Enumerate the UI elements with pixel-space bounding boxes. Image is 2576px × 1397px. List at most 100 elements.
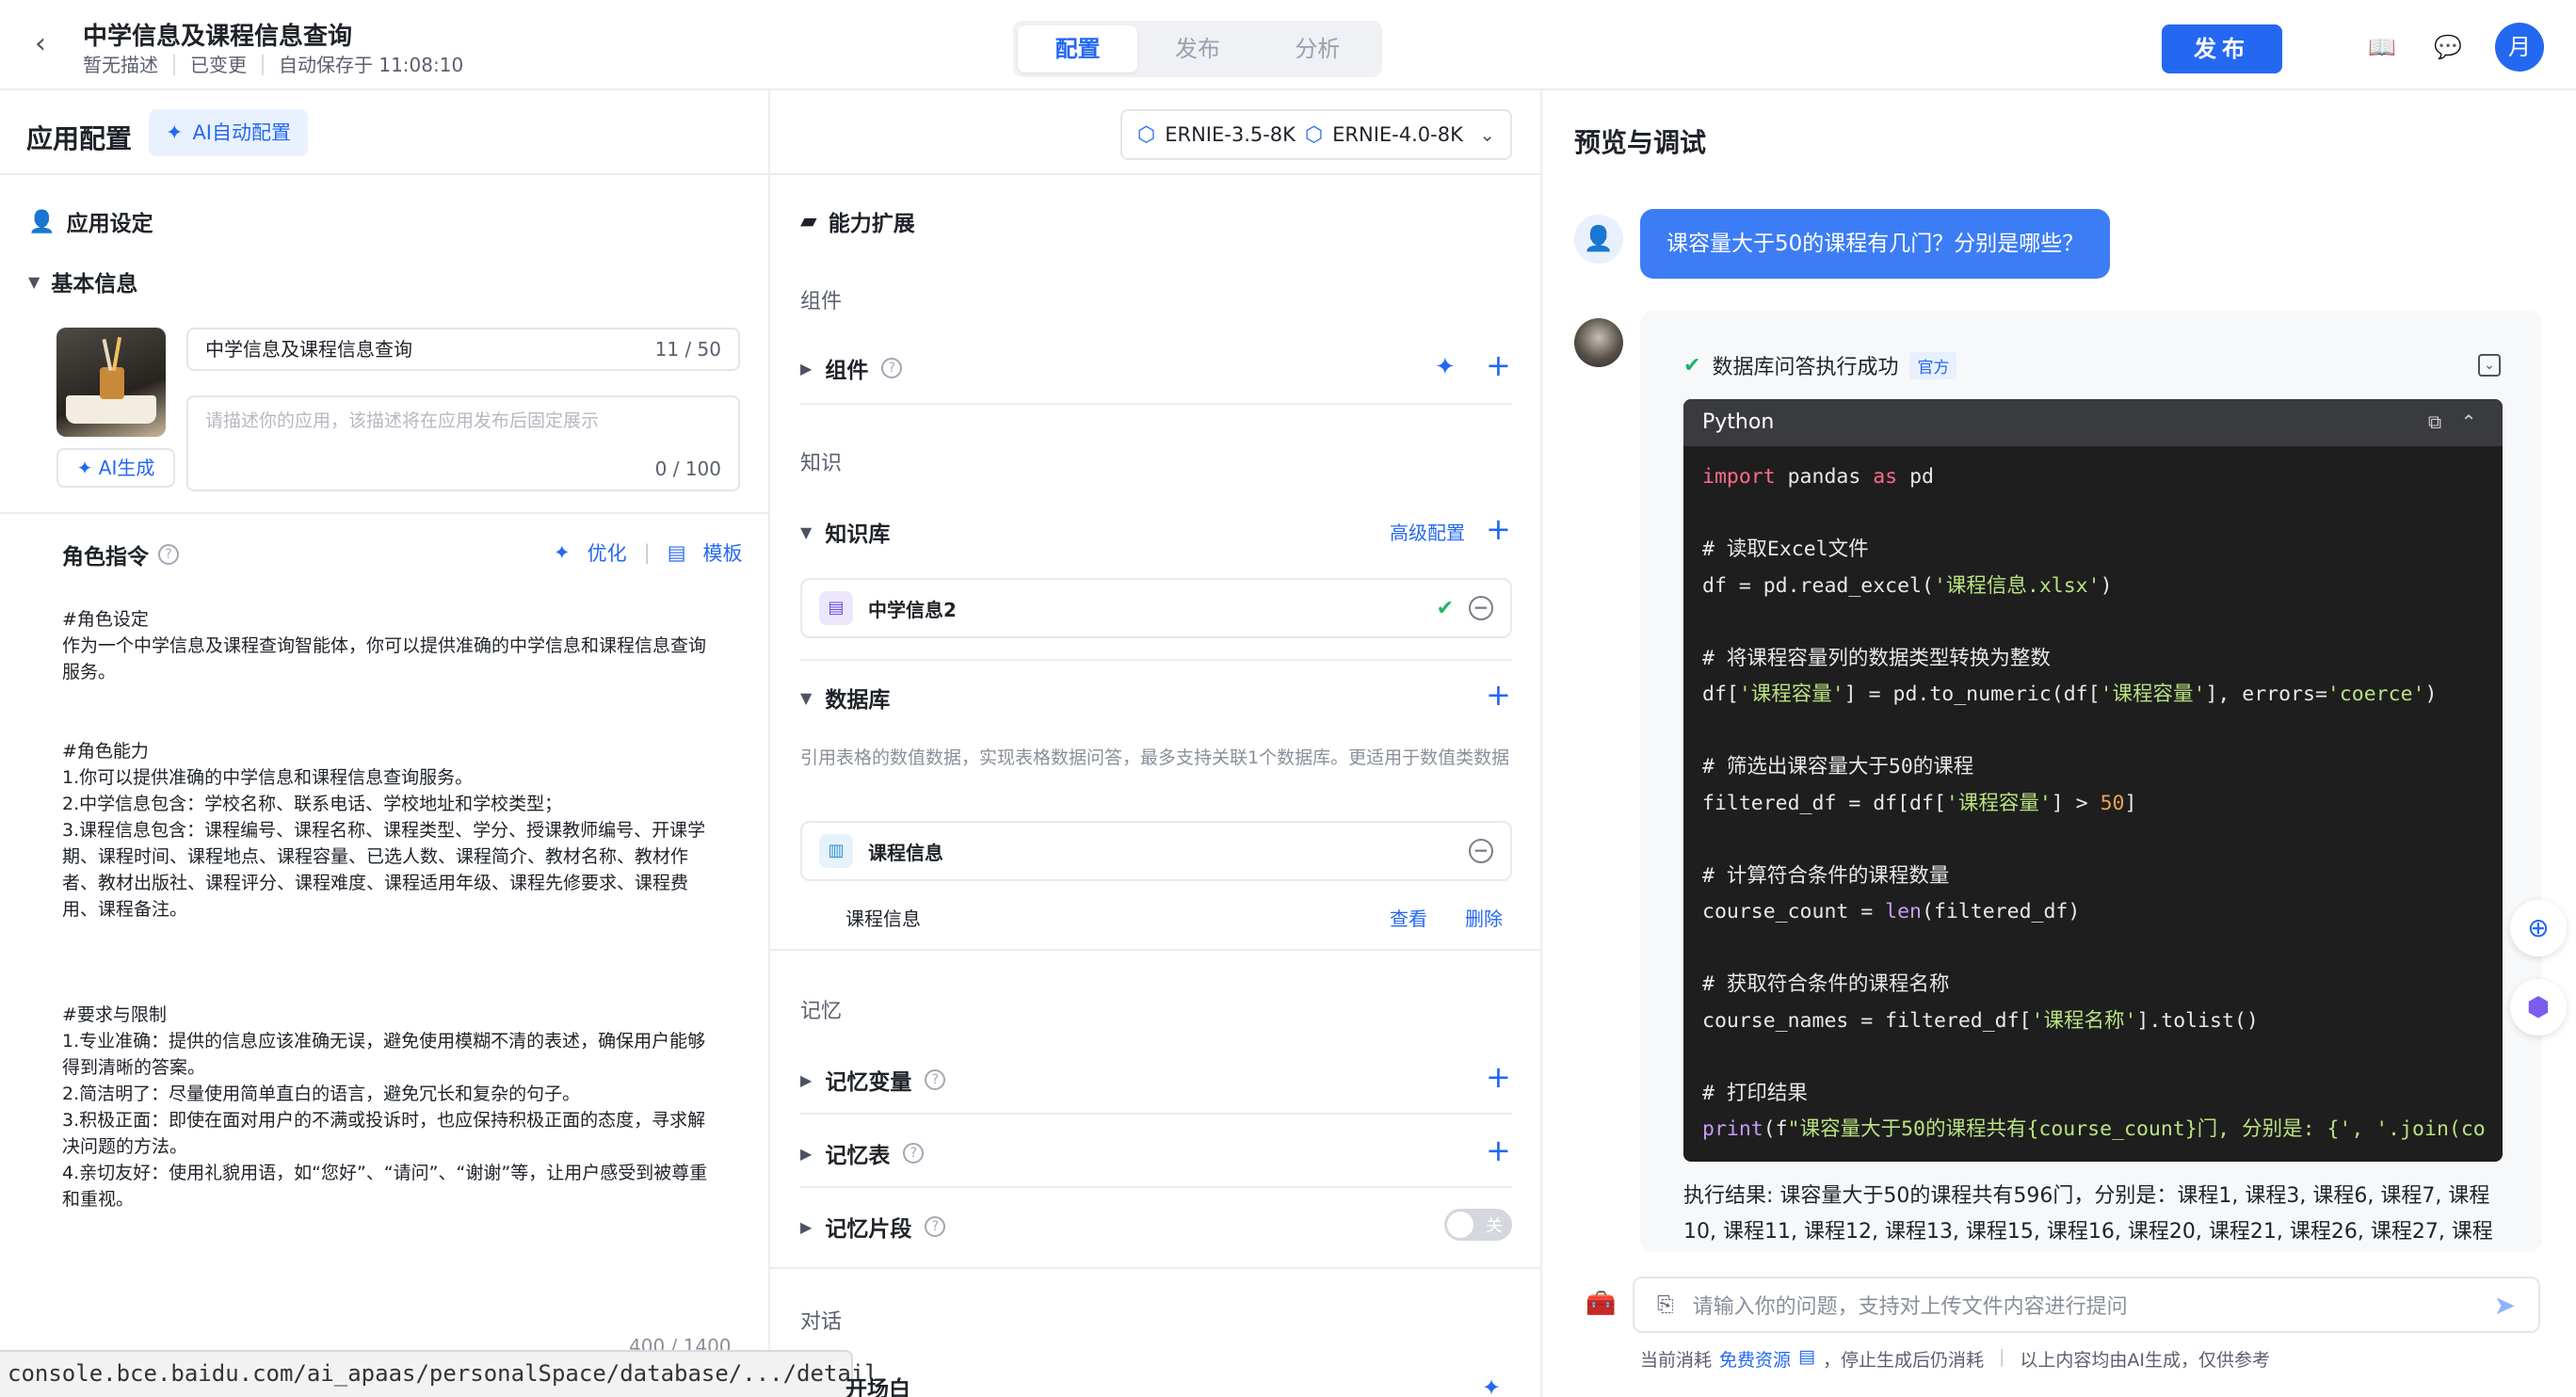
free-resource-link[interactable]: 免费资源 bbox=[1719, 1346, 1791, 1372]
db-delete-link[interactable]: 删除 bbox=[1465, 904, 1503, 931]
opening-item[interactable]: 开场白 bbox=[845, 1371, 910, 1397]
basic-info-heading[interactable]: ▼ 基本信息 bbox=[28, 265, 137, 297]
divider bbox=[770, 949, 1542, 951]
caret-down-icon: ▼ bbox=[800, 522, 813, 541]
send-icon[interactable]: ➤ bbox=[2494, 1290, 2516, 1321]
feedback-icon[interactable]: 💬 bbox=[2433, 32, 2463, 62]
book-icon[interactable]: 📖 bbox=[2367, 32, 2397, 62]
knowledge-base-item[interactable]: ▼ 知识库 bbox=[800, 516, 890, 548]
components-group-label: 组件 bbox=[800, 290, 843, 313]
plugin-icon: ▰ bbox=[800, 209, 817, 233]
memory-group-label: 记忆 bbox=[800, 1000, 843, 1023]
app-name-value: 中学信息及课程信息查询 bbox=[205, 338, 412, 361]
role-tools: ✦ 优化 | ▤ 模板 bbox=[554, 538, 743, 567]
add-knowledge-base-button[interactable]: + bbox=[1486, 514, 1511, 544]
database-description: 引用表格的数值数据，实现表格数据问答，最多支持关联1个数据库。更适用于数值类数据 bbox=[800, 747, 1510, 768]
kb-advanced-config-link[interactable]: 高级配置 bbox=[1390, 518, 1465, 545]
bot-avatar bbox=[1574, 318, 1623, 367]
execution-status: ✔ 数据库问答执行成功 官方 bbox=[1683, 350, 1957, 380]
caret-down-icon: ▼ bbox=[28, 272, 40, 291]
remove-kb-button[interactable]: − bbox=[1469, 596, 1493, 620]
chevron-down-icon: ⌄ bbox=[1479, 123, 1495, 146]
add-component-button[interactable]: + bbox=[1486, 350, 1511, 380]
memory-snippet-item[interactable]: ▶ 记忆片段 ? bbox=[800, 1211, 946, 1243]
success-check-icon: ✔ bbox=[1683, 353, 1701, 377]
collapse-icon[interactable]: ⌄ bbox=[2478, 354, 2501, 377]
execution-result: 执行结果: 课容量大于50的课程共有596门，分别是：课程1, 课程3, 课程6… bbox=[1683, 1184, 2493, 1244]
help-icon[interactable]: ? bbox=[903, 1143, 925, 1164]
database-item[interactable]: ▼ 数据库 bbox=[800, 682, 890, 714]
cube-icon: ⬡ bbox=[1304, 122, 1324, 147]
sparkle-icon: ✦ bbox=[76, 457, 93, 479]
check-icon: ✔ bbox=[1436, 596, 1454, 620]
copy-icon[interactable]: ⧉ bbox=[2423, 410, 2446, 433]
db-view-link[interactable]: 查看 bbox=[1390, 904, 1427, 931]
user-message: 课容量大于50的课程有几门？分别是哪些？ bbox=[1640, 209, 2111, 279]
tab-analysis[interactable]: 分析 bbox=[1258, 25, 1377, 72]
resource-icon: ▤ bbox=[1798, 1346, 1815, 1367]
database-icon: ▥ bbox=[819, 834, 853, 868]
caret-right-icon: ▶ bbox=[800, 1217, 813, 1236]
description-char-count: 0 / 100 bbox=[654, 458, 721, 480]
description-placeholder: 请描述你的应用，该描述将在应用发布后固定展示 bbox=[205, 410, 600, 431]
divider bbox=[800, 659, 1512, 661]
model-select[interactable]: ⬡ ERNIE-3.5-8K ⬡ ERNIE-4.0-8K ⌄ bbox=[1120, 109, 1512, 160]
collapse-code-icon[interactable]: ⌃ bbox=[2457, 410, 2480, 433]
divider bbox=[770, 1267, 1542, 1269]
help-icon[interactable]: ? bbox=[881, 358, 903, 378]
help-icon[interactable]: ? bbox=[925, 1069, 946, 1090]
help-icon[interactable]: ? bbox=[158, 544, 179, 565]
new-chat-icon[interactable]: ⊕ bbox=[2510, 900, 2567, 956]
add-database-button[interactable]: + bbox=[1486, 680, 1511, 710]
remove-database-button[interactable]: − bbox=[1469, 839, 1493, 863]
app-title: 中学信息及课程信息查询 bbox=[83, 23, 353, 51]
database-card[interactable]: ▥ 课程信息 − bbox=[800, 821, 1512, 881]
app-name-input[interactable]: 中学信息及课程信息查询 11 / 50 bbox=[186, 328, 740, 371]
components-item[interactable]: ▶ 组件 ? bbox=[800, 352, 903, 384]
chat-input[interactable]: ⎘ 请输入你的问题，支持对上传文件内容进行提问 ➤ bbox=[1633, 1277, 2540, 1333]
knowledge-group-label: 知识 bbox=[800, 452, 843, 475]
upload-file-icon[interactable]: ⎘ bbox=[1657, 1293, 1674, 1317]
cube-icon: ⬡ bbox=[1137, 122, 1156, 147]
app-avatar-image[interactable] bbox=[56, 328, 166, 437]
add-memory-table-button[interactable]: + bbox=[1486, 1135, 1511, 1165]
sparkle-icon: ✦ bbox=[554, 541, 571, 564]
divider bbox=[800, 1113, 1512, 1115]
app-description-input[interactable]: 请描述你的应用，该描述将在应用发布后固定展示 0 / 100 bbox=[186, 395, 740, 491]
memory-snippet-toggle[interactable]: 关 bbox=[1444, 1209, 1512, 1241]
user-avatar[interactable]: 月 bbox=[2495, 23, 2544, 72]
app-meta: 暂无描述 已变更 自动保存于 11:08:10 bbox=[83, 55, 478, 75]
add-memory-variable-button[interactable]: + bbox=[1486, 1062, 1511, 1092]
tab-publish[interactable]: 发布 bbox=[1137, 25, 1257, 72]
top-bar: ‹ 中学信息及课程信息查询 暂无描述 已变更 自动保存于 11:08:10 配置… bbox=[0, 0, 2576, 90]
preview-title: 预览与调试 bbox=[1574, 127, 1707, 158]
assistant-logo-icon[interactable]: ⬢ bbox=[2510, 979, 2567, 1036]
knowledge-base-icon: ▤ bbox=[819, 591, 853, 625]
optimize-button[interactable]: 优化 bbox=[588, 538, 627, 567]
chat-input-placeholder: 请输入你的问题，支持对上传文件内容进行提问 bbox=[1692, 1295, 2128, 1319]
dialog-group-label: 对话 bbox=[800, 1310, 843, 1334]
divider bbox=[0, 512, 770, 514]
role-instruction-text[interactable]: #角色设定 作为一个中学信息及课程查询智能体，你可以提供准确的中学信息和课程信息… bbox=[62, 606, 731, 1212]
tab-config[interactable]: 配置 bbox=[1018, 25, 1138, 72]
template-button[interactable]: 模板 bbox=[703, 538, 743, 567]
code-language: Python bbox=[1702, 410, 1775, 434]
divider bbox=[800, 1186, 1512, 1188]
toolbox-icon[interactable]: 🧰 bbox=[1586, 1290, 1616, 1318]
memory-variable-item[interactable]: ▶ 记忆变量 ? bbox=[800, 1064, 946, 1096]
role-instruction-title: 角色指令 ? bbox=[62, 538, 179, 570]
code-header: Python ⧉ ⌃ bbox=[1683, 399, 2503, 446]
official-badge: 官方 bbox=[1909, 351, 1957, 379]
memory-table-item[interactable]: ▶ 记忆表 ? bbox=[800, 1137, 925, 1169]
ai-generate-avatar-button[interactable]: ✦ AI生成 bbox=[56, 448, 175, 488]
kb-entry-name: 中学信息2 bbox=[868, 598, 957, 621]
sparkle-icon[interactable]: ✦ bbox=[1482, 1373, 1501, 1397]
change-status: 已变更 bbox=[173, 55, 262, 75]
sparkle-icon[interactable]: ✦ bbox=[1435, 352, 1456, 382]
caret-right-icon: ▶ bbox=[800, 1070, 813, 1089]
help-icon[interactable]: ? bbox=[925, 1216, 946, 1237]
back-icon[interactable]: ‹ bbox=[24, 28, 56, 60]
knowledge-base-card[interactable]: ▤ 中学信息2 ✔ − bbox=[800, 578, 1512, 638]
publish-button[interactable]: 发布 bbox=[2162, 24, 2282, 73]
code-block: Python ⧉ ⌃ import pandas as pd # 读取Excel… bbox=[1683, 399, 2503, 1162]
